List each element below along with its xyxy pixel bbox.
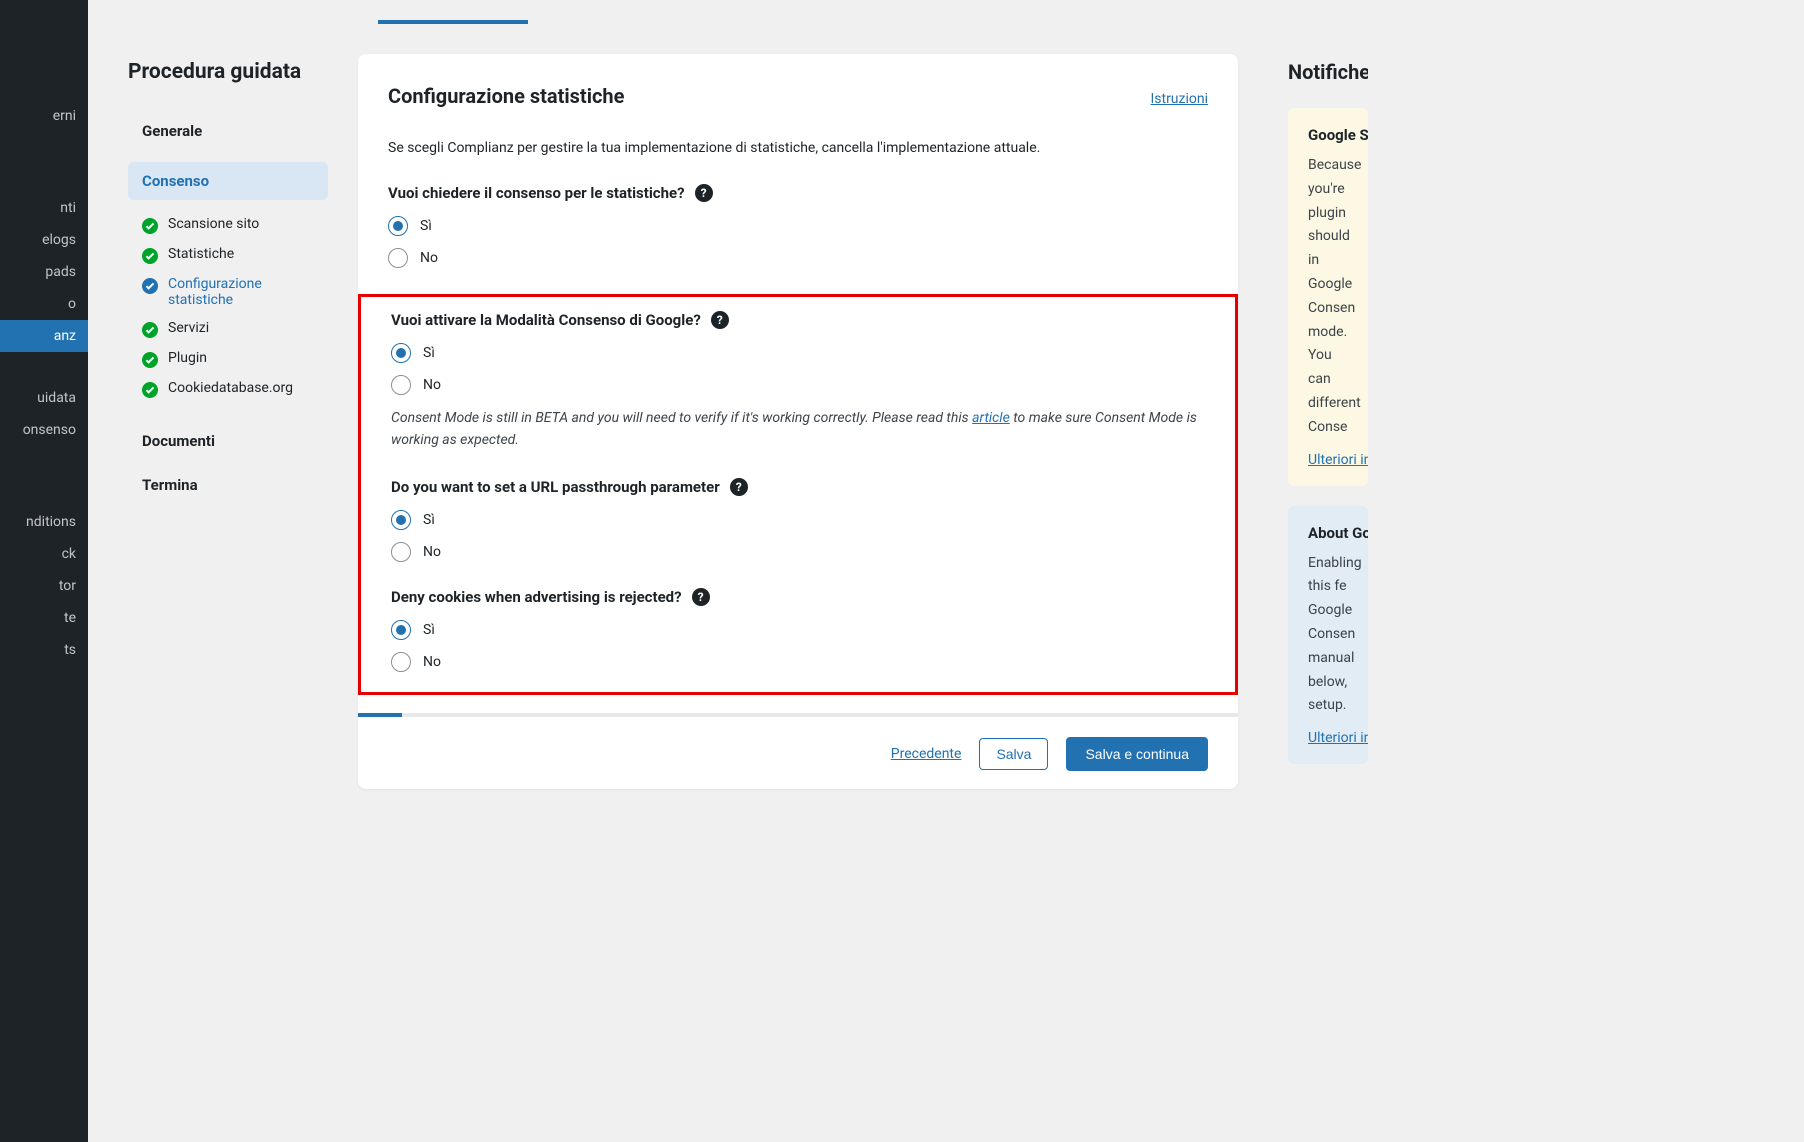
radio-label: No [423,654,441,670]
wizard-step-documenti[interactable]: Documenti [128,422,328,460]
notice-title: About Google [1308,524,1348,542]
substep-label: Configurazione statistiche [168,276,324,308]
intro-text: Se scegli Complianz per gestire la tua i… [388,140,1208,156]
radio-option-no[interactable]: No [391,542,1205,562]
progress-circle-icon [142,278,158,294]
save-button[interactable]: Salva [979,738,1048,770]
substep-label: Plugin [168,350,207,366]
notice-link[interactable]: Ulteriori inforn [1308,452,1368,468]
radio-option-yes[interactable]: Sì [391,510,1205,530]
check-circle-icon [142,248,158,264]
help-icon[interactable]: ? [730,478,748,496]
radio-option-no[interactable]: No [391,652,1205,672]
notifications-title: Notifiche [1288,60,1368,84]
question-label: Do you want to set a URL passthrough par… [391,478,720,496]
check-circle-icon [142,382,158,398]
highlighted-section: Vuoi attivare la Modalità Consenso di Go… [358,294,1238,695]
help-icon[interactable]: ? [711,311,729,329]
wp-menu-item-active[interactable]: anz [0,320,88,352]
notice-body: Enabling this fe Google Consen manual be… [1308,552,1348,719]
radio-option-no[interactable]: No [391,375,1205,395]
radio-option-no[interactable]: No [388,248,1208,268]
beta-note: Consent Mode is still in BETA and you wi… [391,407,1205,452]
radio-icon [391,652,411,672]
radio-selected-icon [391,510,411,530]
notice-title: Google Site Ki [1308,126,1348,144]
question-consent-stats: Vuoi chiedere il consenso per le statist… [388,184,1208,268]
radio-option-yes[interactable]: Sì [391,343,1205,363]
radio-selected-icon [388,216,408,236]
article-link[interactable]: article [972,410,1010,426]
wp-menu-item[interactable]: ts [0,634,88,666]
help-icon[interactable]: ? [692,588,710,606]
wp-menu-item[interactable]: tor [0,570,88,602]
wp-menu-item[interactable]: nditions [0,506,88,538]
question-google-consent: Vuoi attivare la Modalità Consenso di Go… [391,311,1205,452]
radio-selected-icon [391,620,411,640]
wizard-sidebar: Procedura guidata Generale Consenso Scan… [88,20,348,1102]
card-title: Configurazione statistiche [388,84,624,108]
substep-label: Cookiedatabase.org [168,380,293,396]
wp-menu-item[interactable]: onsenso [0,414,88,446]
wp-menu-item[interactable]: pads [0,256,88,288]
radio-option-yes[interactable]: Sì [391,620,1205,640]
question-url-passthrough: Do you want to set a URL passthrough par… [391,478,1205,562]
question-label: Deny cookies when advertising is rejecte… [391,588,682,606]
check-circle-icon [142,352,158,368]
check-circle-icon [142,218,158,234]
tab-indicator [378,20,528,24]
wizard-substep[interactable]: Statistiche [128,240,328,270]
wizard-step-consenso[interactable]: Consenso [128,162,328,200]
radio-label: Sì [423,512,435,528]
wizard-step-generale[interactable]: Generale [128,112,328,150]
wp-menu-item[interactable]: te [0,602,88,634]
substep-label: Servizi [168,320,209,336]
notice-card: About Google Enabling this fe Google Con… [1288,506,1368,765]
radio-label: Sì [423,622,435,638]
wizard-substep[interactable]: Scansione sito [128,210,328,240]
wp-menu-item[interactable]: elogs [0,224,88,256]
notice-body: Because you're plugin should in Google C… [1308,154,1348,440]
wp-admin-sidebar: erni nti elogs pads o anz uidata onsenso… [0,0,88,1142]
wp-menu-item[interactable]: uidata [0,382,88,414]
radio-label: No [423,544,441,560]
radio-label: Sì [423,345,435,361]
substep-label: Scansione sito [168,216,259,232]
substep-label: Statistiche [168,246,234,262]
wizard-step-termina[interactable]: Termina [128,466,328,504]
notifications-column: Notifiche Google Site Ki Because you're … [1248,20,1368,1102]
radio-icon [391,375,411,395]
wizard-title: Procedura guidata [128,60,328,84]
notice-link[interactable]: Ulteriori inforn [1308,730,1368,746]
radio-label: Sì [420,218,432,234]
wizard-substep[interactable]: Plugin [128,344,328,374]
progress-bar [358,713,1238,717]
wizard-substep[interactable]: Servizi [128,314,328,344]
wp-menu-item[interactable]: erni [0,100,88,132]
radio-icon [388,248,408,268]
radio-label: No [423,377,441,393]
instructions-link[interactable]: Istruzioni [1150,91,1208,107]
save-continue-button[interactable]: Salva e continua [1066,737,1208,771]
settings-card: Configurazione statistiche Istruzioni Se… [358,54,1238,789]
wp-menu-item[interactable]: ck [0,538,88,570]
question-label: Vuoi chiedere il consenso per le statist… [388,184,685,202]
wp-menu-item[interactable]: nti [0,192,88,224]
wizard-substep[interactable]: Cookiedatabase.org [128,374,328,404]
radio-selected-icon [391,343,411,363]
wp-menu-item[interactable]: o [0,288,88,320]
question-deny-cookies: Deny cookies when advertising is rejecte… [391,588,1205,672]
radio-icon [391,542,411,562]
wizard-substep-current[interactable]: Configurazione statistiche [128,270,328,314]
prev-button[interactable]: Precedente [891,746,962,762]
help-icon[interactable]: ? [695,184,713,202]
check-circle-icon [142,322,158,338]
progress-fill [358,713,402,717]
radio-option-yes[interactable]: Sì [388,216,1208,236]
radio-label: No [420,250,438,266]
notice-card: Google Site Ki Because you're plugin sho… [1288,108,1368,486]
question-label: Vuoi attivare la Modalità Consenso di Go… [391,311,701,329]
